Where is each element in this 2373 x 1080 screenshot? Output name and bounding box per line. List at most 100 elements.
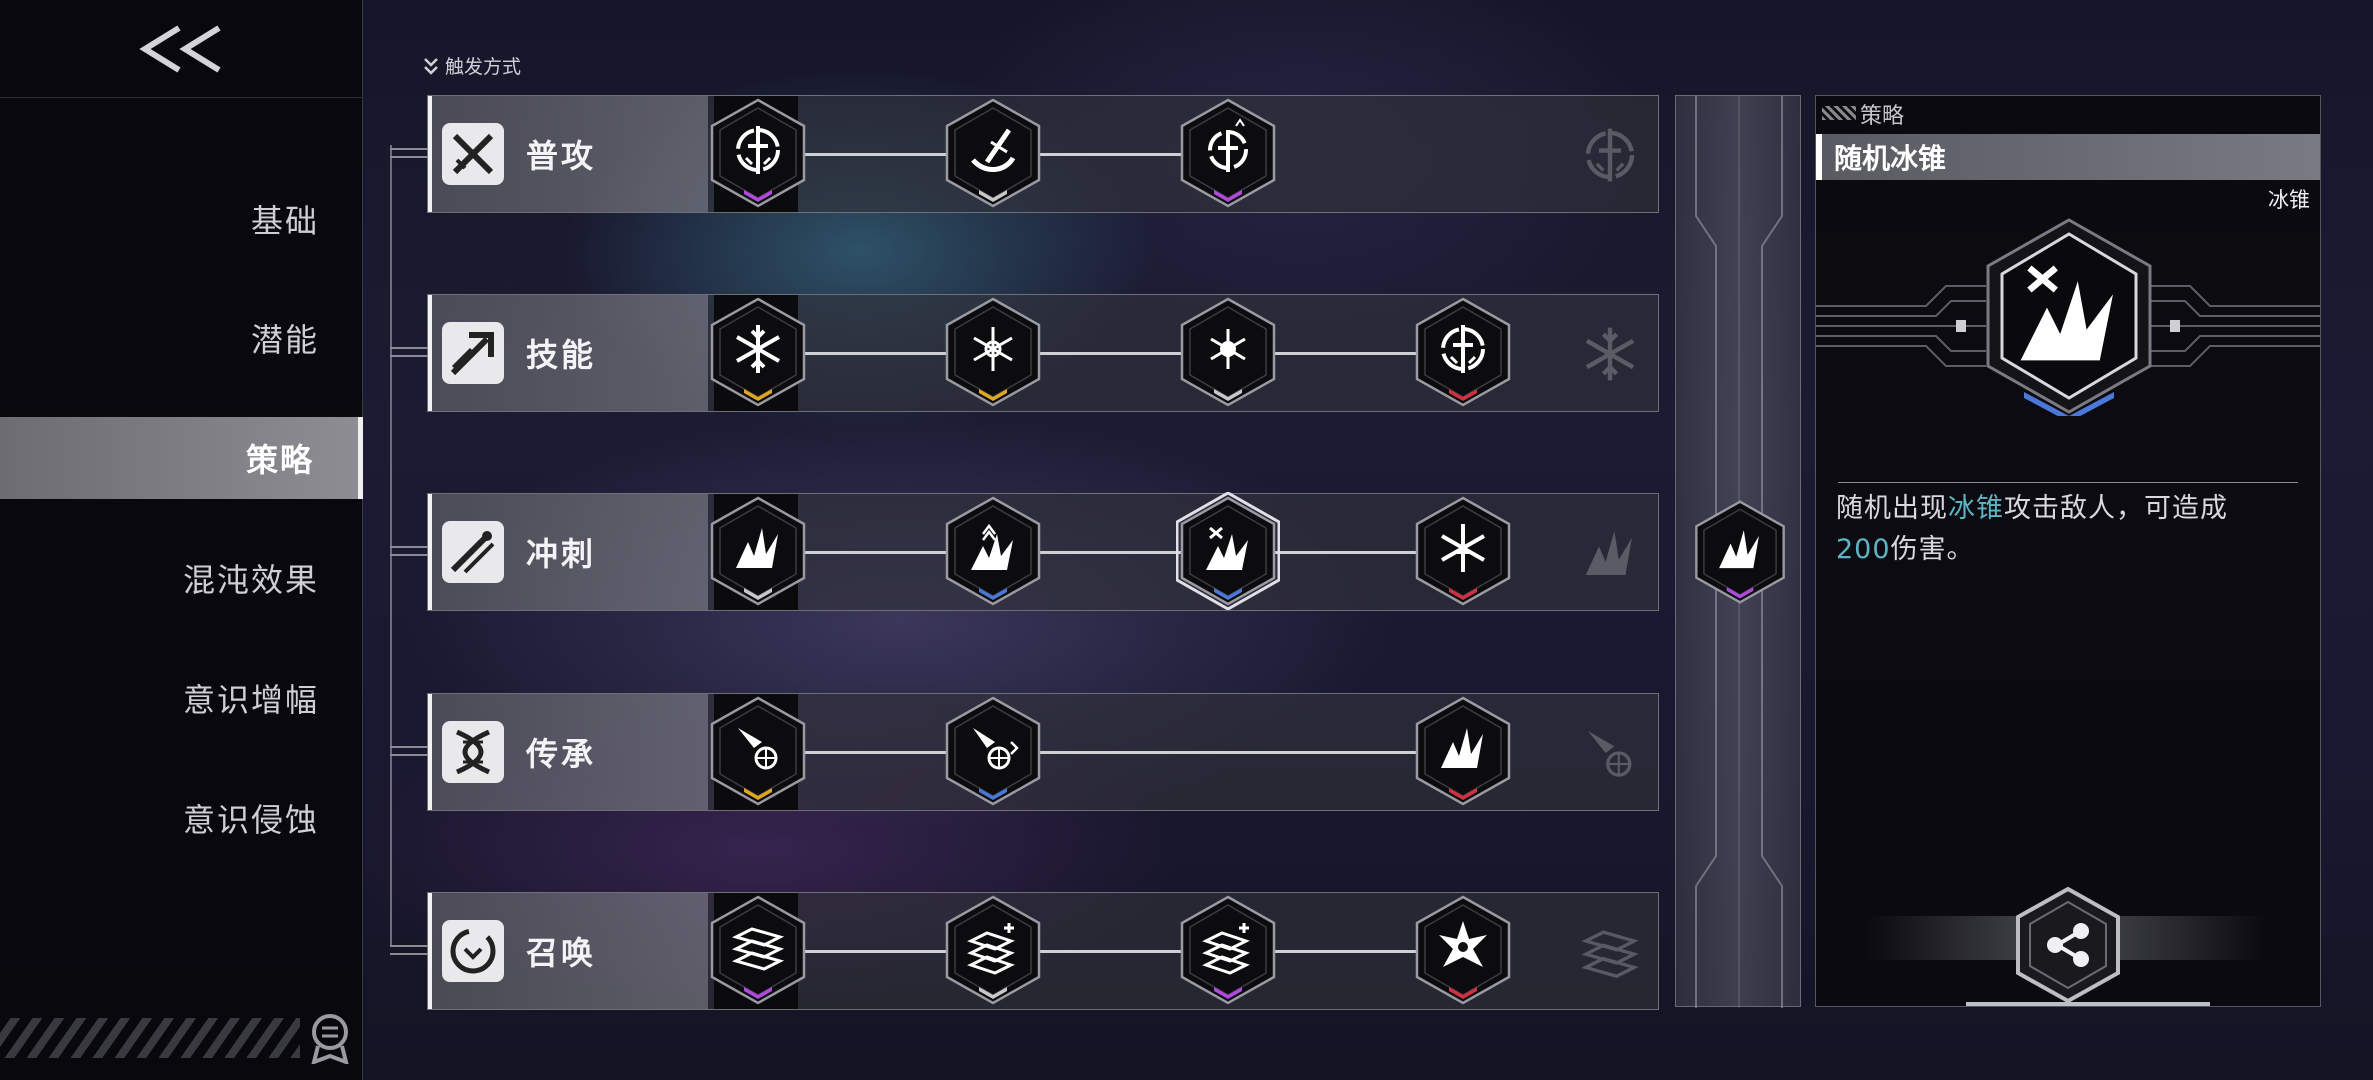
- panel-strategy-icon: [1984, 216, 2154, 422]
- nav-label: 潜能: [250, 321, 319, 359]
- meteor-wheel-plus-icon: [945, 696, 1041, 806]
- sword-target-icon: [710, 98, 806, 208]
- nav-label: 意识增幅: [182, 681, 319, 719]
- panel-title: 随机冰锥: [1834, 142, 1947, 175]
- panel-category: 策略: [1860, 104, 1905, 129]
- strategy-row: 冲刺: [390, 491, 1659, 611]
- decorative-hatch: [0, 1018, 300, 1058]
- snowflake-icon: [710, 297, 806, 407]
- ice-spike-icon: [1695, 500, 1785, 604]
- strategy-node[interactable]: [706, 692, 810, 810]
- desc-highlight: 冰锥: [1948, 493, 2004, 524]
- row-title: 冲刺: [526, 535, 597, 573]
- diamond-stack-plus-icon: [1180, 895, 1276, 1005]
- diamond-stack-icon: [710, 895, 806, 1005]
- strategy-row: 传承: [390, 692, 1659, 811]
- strategy-node[interactable]: [1176, 293, 1280, 411]
- row-title: 召唤: [526, 934, 597, 972]
- ice-spike-icon: [710, 496, 806, 606]
- sword-target-icon: [1415, 297, 1511, 407]
- badge-icon: [311, 1014, 349, 1064]
- desc-text: 攻击敌人，可造成: [2004, 493, 2228, 524]
- strategy-node[interactable]: [1176, 891, 1280, 1009]
- desc-text: 随机出现: [1836, 493, 1948, 524]
- dash-icon: [442, 521, 504, 583]
- back-button[interactable]: [0, 0, 363, 98]
- row-connector-stub: [390, 945, 428, 955]
- nav-label: 混沌效果: [182, 561, 319, 599]
- dna-icon: [442, 721, 504, 783]
- row-connector-stub: [390, 746, 428, 756]
- desc-damage-value: 200: [1836, 534, 1891, 565]
- crossed-swords-icon: [442, 123, 504, 185]
- strategy-node[interactable]: [1411, 692, 1515, 810]
- ice-spike-random-icon: [1175, 491, 1281, 611]
- decorative-hatch: [1822, 106, 1856, 120]
- star-crystal-icon: [1415, 895, 1511, 1005]
- row-title: 技能: [526, 336, 597, 374]
- strategy-node[interactable]: [941, 293, 1045, 411]
- snowflake-burst-icon: [945, 297, 1041, 407]
- nav-item-consciousness-erosion[interactable]: 意识侵蚀: [0, 777, 363, 859]
- strategy-row: 普攻: [390, 94, 1659, 213]
- sword-target-plus-icon: [1180, 98, 1276, 208]
- strategy-node[interactable]: [1411, 492, 1515, 610]
- strategy-node[interactable]: [941, 94, 1045, 212]
- strategy-node[interactable]: [1411, 891, 1515, 1009]
- selected-strategy-node[interactable]: [1690, 496, 1790, 608]
- desc-text: 伤害。: [1890, 534, 1975, 565]
- row-title: 普攻: [526, 137, 597, 175]
- row-label: 技能: [428, 295, 708, 411]
- share-button[interactable]: [2013, 886, 2123, 1004]
- strategy-node[interactable]: [941, 692, 1045, 810]
- strategy-node[interactable]: [941, 891, 1045, 1009]
- row-track-line: [758, 950, 1463, 953]
- nav-label: 策略: [245, 441, 314, 479]
- strategy-node[interactable]: [1175, 491, 1281, 611]
- snowflake-core-icon: [1180, 297, 1276, 407]
- strategy-node[interactable]: [706, 891, 810, 1009]
- nav-label: 基础: [250, 202, 319, 240]
- panel-description: 随机出现冰锥攻击敌人，可造成 200伤害。: [1836, 488, 2306, 570]
- trigger-header[interactable]: 触发方式: [423, 52, 521, 79]
- strategy-node[interactable]: [1411, 293, 1515, 411]
- nav-item-basic[interactable]: 基础: [0, 178, 363, 260]
- nav-label: 意识侵蚀: [182, 801, 319, 839]
- strategy-node[interactable]: [1176, 94, 1280, 212]
- row-label: 传承: [428, 694, 708, 810]
- row-track-line: [758, 751, 1463, 754]
- sword-slash-icon: [945, 98, 1041, 208]
- ice-spike-icon: [1415, 696, 1511, 806]
- selected-slot-column: [1675, 95, 1801, 1008]
- row-title: 传承: [526, 735, 597, 773]
- nav-item-chaos-effect[interactable]: 混沌效果: [0, 537, 363, 619]
- nav-item-consciousness-amplify[interactable]: 意识增幅: [0, 657, 363, 739]
- strategy-node[interactable]: [706, 293, 810, 411]
- ice-spike-up-icon: [945, 496, 1041, 606]
- trigger-header-label: 触发方式: [445, 56, 522, 78]
- strategy-node[interactable]: [706, 94, 810, 212]
- sidebar: 基础 潜能 策略 混沌效果 意识增幅 意识侵蚀: [0, 0, 363, 1080]
- row-track-line: [758, 551, 1463, 554]
- ice-spike-random-icon: [1986, 218, 2152, 422]
- row-label: 召唤: [428, 893, 708, 1009]
- row-ghost-icon: [1574, 923, 1646, 981]
- row-track-line: [758, 352, 1463, 355]
- row-connector-stub: [390, 148, 428, 158]
- row-ghost-icon: [1574, 724, 1646, 782]
- summon-icon: [442, 920, 504, 982]
- row-connector-stub: [390, 546, 428, 556]
- nav-item-strategy[interactable]: 策略: [0, 417, 363, 499]
- row-label: 冲刺: [428, 494, 708, 610]
- strategy-row: 技能: [390, 293, 1659, 412]
- diamond-stack-plus-icon: [945, 895, 1041, 1005]
- row-ghost-icon: [1574, 524, 1646, 582]
- row-connector-stub: [390, 347, 428, 357]
- nav-item-potential[interactable]: 潜能: [0, 297, 363, 379]
- row-label: 普攻: [428, 96, 708, 212]
- panel-divider: [1838, 482, 2298, 483]
- meteor-wheel-icon: [710, 696, 806, 806]
- double-chevron-left-icon: [138, 24, 221, 73]
- strategy-node[interactable]: [941, 492, 1045, 610]
- strategy-node[interactable]: [706, 492, 810, 610]
